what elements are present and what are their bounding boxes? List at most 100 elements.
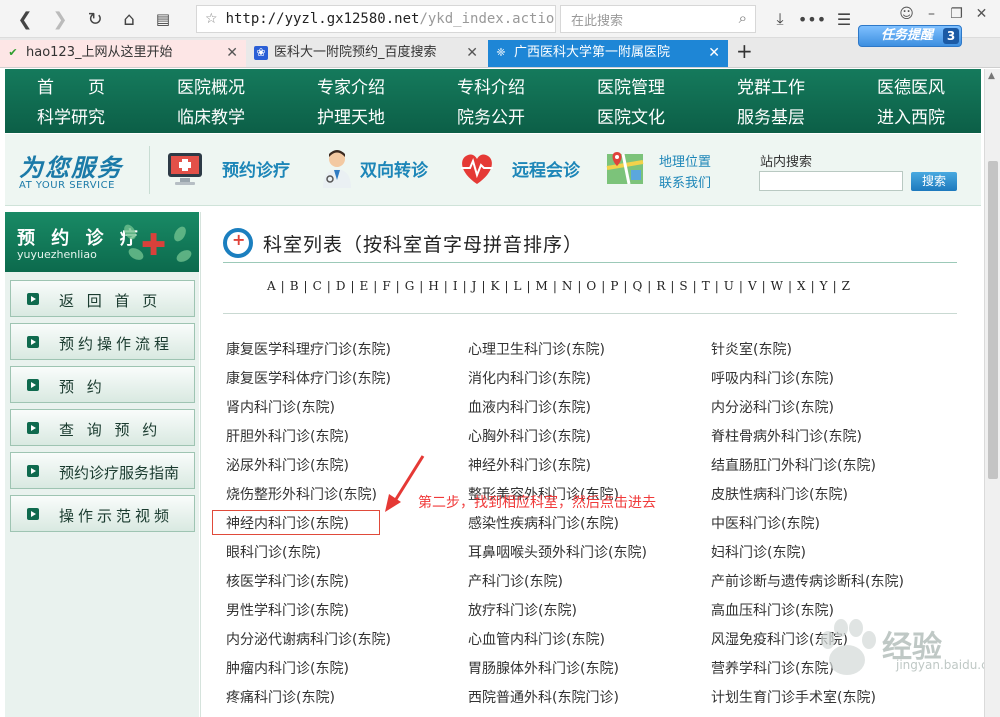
browser-search-input[interactable]: 在此搜索 ⌕	[560, 5, 756, 33]
minimize-icon[interactable]: –	[919, 6, 944, 22]
department-link[interactable]: 内分泌科门诊(东院)	[711, 397, 834, 417]
department-link[interactable]: 烧伤整形外科门诊(东院)	[226, 484, 377, 504]
nav-teaching[interactable]: 临床教学	[177, 103, 287, 133]
tab-baidu[interactable]: ❀ 医科大一附院预约_百度搜索 ✕	[248, 40, 486, 67]
letter-link[interactable]: J	[472, 279, 477, 293]
department-link[interactable]: 核医学科门诊(东院)	[226, 571, 349, 591]
star-icon[interactable]: ☆	[205, 11, 218, 27]
doctor-icon[interactable]	[317, 148, 357, 188]
site-search-input[interactable]	[759, 171, 903, 191]
site-search-button[interactable]: 搜索	[911, 172, 957, 191]
department-link[interactable]: 心血管内科门诊(东院)	[468, 629, 605, 649]
user-icon[interactable]: ☺	[894, 6, 919, 22]
nav-culture[interactable]: 医院文化	[597, 103, 707, 133]
service-appointment[interactable]: 预约诊疗	[222, 156, 290, 181]
department-link[interactable]: 中医科门诊(东院)	[711, 513, 820, 533]
letter-link[interactable]: A	[267, 279, 276, 293]
department-link[interactable]: 肾内科门诊(东院)	[226, 397, 335, 417]
department-link[interactable]: 心胸外科门诊(东院)	[468, 426, 591, 446]
letter-link[interactable]: X	[797, 279, 806, 293]
department-link[interactable]: 针炎室(东院)	[711, 339, 792, 359]
department-link[interactable]: 神经外科门诊(东院)	[468, 455, 591, 475]
department-link[interactable]: 内分泌代谢病科门诊(东院)	[226, 629, 391, 649]
nav-experts[interactable]: 专家介绍	[317, 73, 427, 103]
letter-link[interactable]: S	[679, 279, 687, 293]
department-link[interactable]: 泌尿外科门诊(东院)	[226, 455, 349, 475]
nav-management[interactable]: 医院管理	[597, 73, 707, 103]
reader-icon[interactable]: ▤	[148, 4, 178, 34]
sidebar-item-process[interactable]: 预约操作流程	[10, 323, 195, 360]
letter-link[interactable]: H	[428, 279, 438, 293]
letter-link[interactable]: U	[724, 279, 734, 293]
nav-west-campus[interactable]: 进入西院	[877, 103, 987, 133]
back-icon[interactable]: ❮	[10, 4, 40, 34]
url-bar[interactable]: ☆ http://yyzl.gx12580.net/ykd_index.acti…	[196, 5, 556, 33]
letter-link[interactable]: C	[313, 279, 322, 293]
department-link[interactable]: 心理卫生科门诊(东院)	[468, 339, 605, 359]
tab-hospital[interactable]: ❈ 广西医科大学第一附属医院 ✕	[488, 40, 728, 67]
department-link[interactable]: 康复医学科理疗门诊(东院)	[226, 339, 391, 359]
search-icon[interactable]: ⌕	[739, 9, 747, 27]
sidebar-item-appointment[interactable]: 预 约	[10, 366, 195, 403]
letter-link[interactable]: G	[405, 279, 415, 293]
letter-link[interactable]: E	[360, 279, 369, 293]
department-link[interactable]: 血液内科门诊(东院)	[468, 397, 591, 417]
contact-us-link[interactable]: 联系我们	[659, 172, 711, 191]
sidebar-item-guide[interactable]: 预约诊疗服务指南	[10, 452, 195, 489]
letter-link[interactable]: V	[748, 279, 757, 293]
nav-home[interactable]: 首 页	[37, 73, 147, 103]
forward-icon[interactable]: ❯	[45, 4, 75, 34]
department-link[interactable]: 皮肤性病科门诊(东院)	[711, 484, 848, 504]
close-tab-icon[interactable]: ✕	[226, 40, 238, 66]
close-icon[interactable]: ✕	[969, 6, 994, 22]
nav-ethics[interactable]: 医德医风	[877, 73, 987, 103]
heart-pulse-icon[interactable]	[457, 148, 497, 188]
department-link[interactable]: 产科门诊(东院)	[468, 571, 563, 591]
tab-hao123[interactable]: ✔ hao123_上网从这里开始 ✕	[0, 40, 246, 67]
letter-link[interactable]: P	[610, 279, 618, 293]
close-tab-icon[interactable]: ✕	[708, 40, 720, 66]
letter-link[interactable]: R	[656, 279, 665, 293]
close-tab-icon[interactable]: ✕	[466, 40, 478, 66]
download-icon[interactable]: ⤓	[764, 9, 796, 29]
scroll-thumb[interactable]	[988, 161, 998, 479]
department-link[interactable]: 脊柱骨病外科门诊(东院)	[711, 426, 862, 446]
sidebar-item-home[interactable]: 返 回 首 页	[10, 280, 195, 317]
department-link[interactable]: 肝胆外科门诊(东院)	[226, 426, 349, 446]
department-link[interactable]: 康复医学科体疗门诊(东院)	[226, 368, 391, 388]
service-referral[interactable]: 双向转诊	[360, 156, 428, 181]
department-link[interactable]: 放疗科门诊(东院)	[468, 600, 577, 620]
department-link[interactable]: 疼痛科门诊(东院)	[226, 687, 335, 707]
service-remote-consult[interactable]: 远程会诊	[512, 156, 580, 181]
department-link[interactable]: 耳鼻咽喉头颈外科门诊(东院)	[468, 542, 647, 562]
department-link[interactable]: 呼吸内科门诊(东院)	[711, 368, 834, 388]
letter-link[interactable]: B	[290, 279, 299, 293]
restore-icon[interactable]: ❐	[944, 6, 969, 22]
department-link[interactable]: 感染性疾病科门诊(东院)	[468, 513, 619, 533]
letter-link[interactable]: F	[382, 279, 390, 293]
department-link[interactable]: 产前诊断与遗传病诊断科(东院)	[711, 571, 904, 591]
nav-affairs[interactable]: 院务公开	[457, 103, 567, 133]
new-tab-icon[interactable]: +	[736, 39, 753, 63]
nav-party[interactable]: 党群工作	[737, 73, 847, 103]
sidebar-item-video[interactable]: 操作示范视频	[10, 495, 195, 532]
home-icon[interactable]: ⌂	[114, 4, 144, 34]
letter-link[interactable]: W	[771, 279, 783, 293]
page-scrollbar[interactable]: ▲	[984, 69, 1000, 717]
nav-research[interactable]: 科学研究	[37, 103, 147, 133]
scroll-up-icon[interactable]: ▲	[988, 71, 995, 81]
nav-specialties[interactable]: 专科介绍	[457, 73, 567, 103]
menu-icon[interactable]: ☰	[828, 10, 860, 29]
letter-link[interactable]: Y	[820, 279, 828, 293]
sidebar-item-query[interactable]: 查 询 预 约	[10, 409, 195, 446]
letter-link[interactable]: K	[491, 279, 500, 293]
more-icon[interactable]: •••	[796, 10, 828, 29]
department-link[interactable]: 西院普通外科(东院门诊)	[468, 687, 619, 707]
letter-link[interactable]: O	[586, 279, 596, 293]
letter-link[interactable]: T	[702, 279, 710, 293]
letter-link[interactable]: N	[562, 279, 573, 293]
map-icon[interactable]	[605, 148, 645, 188]
department-link[interactable]: 男性学科门诊(东院)	[226, 600, 349, 620]
reload-icon[interactable]: ↻	[80, 4, 110, 34]
department-link[interactable]: 消化内科门诊(东院)	[468, 368, 591, 388]
